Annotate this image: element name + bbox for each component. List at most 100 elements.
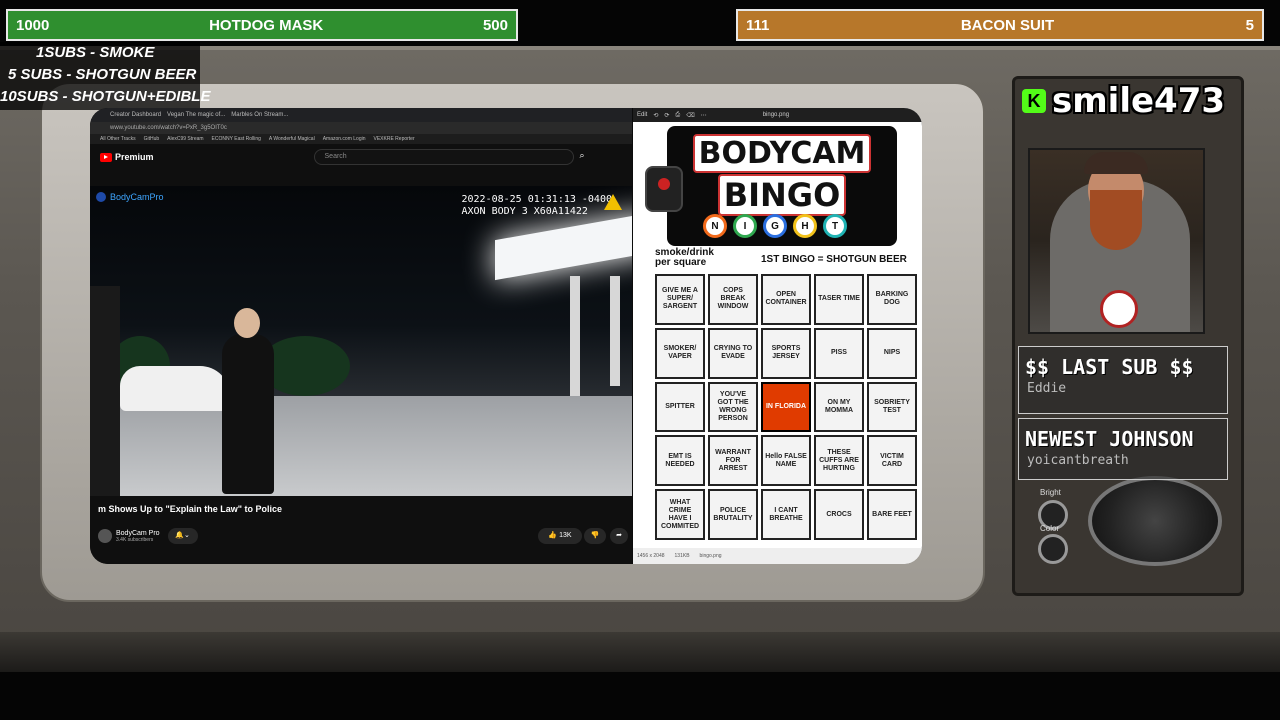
channel-subscriber-count: 3.4K subscribers [116,536,154,543]
stream-overlay: Bright Color 1000 HOTDOG MASK 500 111 BA… [0,0,1280,720]
browser-tab[interactable]: Creator Dashboard [110,112,161,118]
bingo-cell: PISS [814,327,864,379]
channel-watermark: BodyCamPro [96,192,164,202]
newest-johnson-box: NEWEST JOHNSON yoicantbreath [1018,418,1228,480]
bingo-cell: SPORTS JERSEY [761,327,811,379]
bookmark[interactable]: AlexC99 Stream [167,136,203,142]
bookmark[interactable]: Amazon.com Login [323,136,366,142]
share-button[interactable]: ➦ [610,528,628,544]
bookmark[interactable]: VEXKRE Reporter [374,136,415,142]
goal-title: HOTDOG MASK [209,16,324,34]
night-ball-g: G [763,214,787,238]
bingo-rule: 1ST BINGO = SHOTGUN BEER [761,254,907,265]
sub-rule: 5 SUBS - SHOTGUN BEER [8,66,197,83]
bingo-cell: COPS BREAK WINDOW [708,274,758,325]
subject-figure [222,308,274,494]
youtube-logo[interactable]: Premium [100,152,154,162]
youtube-search-input[interactable]: Search [313,149,574,165]
video-player[interactable]: BodyCamPro 2022-08-25 01:31:13 -0400 AXO… [90,186,632,496]
print-icon[interactable]: ⎙ [675,112,680,119]
bingo-cell: WARRANT FOR ARREST [708,435,758,487]
webcam-feed [1028,148,1205,334]
channel-watermark-text: BodyCamPro [110,192,164,202]
image-size: 131KB [674,553,690,559]
gas-station-canopy [495,211,632,281]
night-balls: N I G H T [703,214,847,238]
axon-logo-icon [604,194,622,210]
canopy-pillar [610,276,620,386]
goal-start-value: 1000 [16,16,50,34]
channel-avatar[interactable] [98,529,112,543]
url-text[interactable]: www.youtube.com/watch?v=PxR_3g5OIT0c [110,125,227,131]
undo-icon[interactable]: ⟲ [653,112,658,119]
last-sub-value: Eddie [1027,381,1067,396]
bingo-cell: VICTIM CARD [867,435,917,487]
bingo-cell: CRYING TO EVADE [708,327,758,379]
bingo-cell: SMOKER/ VAPER [655,327,705,379]
search-icon[interactable]: ⌕ [580,150,594,164]
dislike-button[interactable]: 👎 [584,528,606,544]
bookmark[interactable]: GitHub [144,136,160,142]
bingo-grid: GIVE ME A SUPER/ SARGENT COPS BREAK WINDO… [655,274,917,540]
bingo-cell: TASER TIME [814,274,864,325]
bingo-cell: WHAT CRIME HAVE I COMMITED [655,489,705,540]
youtube-header: Premium Search ⌕ [90,144,632,170]
bookmark[interactable]: All Other Tracks [100,136,136,142]
goal-bar-bacon-suit: 111 BACON SUIT 5 [736,9,1264,41]
bingo-cell: THESE CUFFS ARE HURTING [814,435,864,487]
bingo-cell: EMT IS NEEDED [655,435,705,487]
last-sub-title: $$ LAST SUB $$ [1025,355,1194,379]
bingo-cell: GIVE ME A SUPER/ SARGENT [655,274,705,325]
delete-icon[interactable]: ⌫ [686,112,694,119]
night-ball-h: H [793,214,817,238]
bookmarks-bar: All Other Tracks GitHub AlexC99 Stream E… [90,134,632,144]
smoke-drink-label: smoke/drink per square [655,248,714,268]
tv-color-knob [1038,534,1068,564]
goal-end-value: 5 [1245,16,1254,34]
bingo-cell: YOU'VE GOT THE WRONG PERSON [708,381,758,433]
goal-start-value: 111 [746,16,770,34]
channel-name[interactable]: BodyCam Pro [116,530,160,537]
like-button[interactable]: 👍 13K [538,528,582,544]
parking-lot [90,396,632,496]
bingo-cell: I CANT BREATHE [761,489,811,540]
bookmark[interactable]: A Wonderful Magical [269,136,315,142]
bookmark[interactable]: ECONNY East Rolling [212,136,261,142]
channel-watermark-icon [96,192,106,202]
kick-icon: K [1022,89,1046,113]
streamer-name: smile473 [1052,81,1226,121]
bodycam-timestamp: 2022-08-25 01:31:13 -0400 [461,194,612,205]
more-icon[interactable]: ⋯ [701,112,707,119]
channel-row: BodyCam Pro 3.4K subscribers 🔔⌄ 👍 13K 👎 … [98,522,628,550]
image-dimensions: 1456 x 2048 [637,553,665,559]
bingo-cell: NIPS [867,327,917,379]
newest-johnson-value: yoicantbreath [1027,453,1129,468]
bingo-cell: OPEN CONTAINER [761,274,811,325]
streamer-beard [1090,190,1142,250]
officer-figure [90,286,120,496]
sub-rule: 10SUBS - SHOTGUN+EDIBLE [0,88,211,105]
bright-label: Bright [1040,488,1061,497]
last-sub-box: $$ LAST SUB $$ Eddie [1018,346,1228,414]
tv-screen: Creator Dashboard Vegan The magic of... … [90,108,922,564]
browser-tab[interactable]: Marbles On Stream... [231,112,288,118]
notification-bell-button[interactable]: 🔔⌄ [167,528,198,544]
redo-icon[interactable]: ⟳ [664,112,669,119]
address-bar[interactable]: www.youtube.com/watch?v=PxR_3g5OIT0c [90,122,632,134]
channel-info: BodyCam Pro 3.4K subscribers [116,530,160,543]
browser-tab-strip[interactable]: Creator Dashboard Vegan The magic of... … [90,108,632,122]
kick-branding: K smile473 [1022,80,1230,122]
bingo-cell: ON MY MOMMA [814,381,864,433]
tv-channel-knob [1088,476,1222,566]
browser-window: Creator Dashboard Vegan The magic of... … [90,108,632,564]
bodycam-device-id: AXON BODY 3 X60A11422 [461,206,588,217]
toolbar-edit-button[interactable]: Edit [637,112,647,118]
goal-end-value: 500 [482,16,508,34]
bingo-cell: POLICE BRUTALITY [708,489,758,540]
bingo-title-line2: BINGO [667,174,897,216]
browser-tab[interactable]: Vegan The magic of... [167,112,225,118]
bingo-title-line1: BODYCAM [667,134,897,173]
sub-rule: 1SUBS - SMOKE [36,44,155,61]
video-title[interactable]: m Shows Up to "Explain the Law" to Polic… [98,504,282,514]
bingo-cell: SOBRIETY TEST [867,381,917,433]
